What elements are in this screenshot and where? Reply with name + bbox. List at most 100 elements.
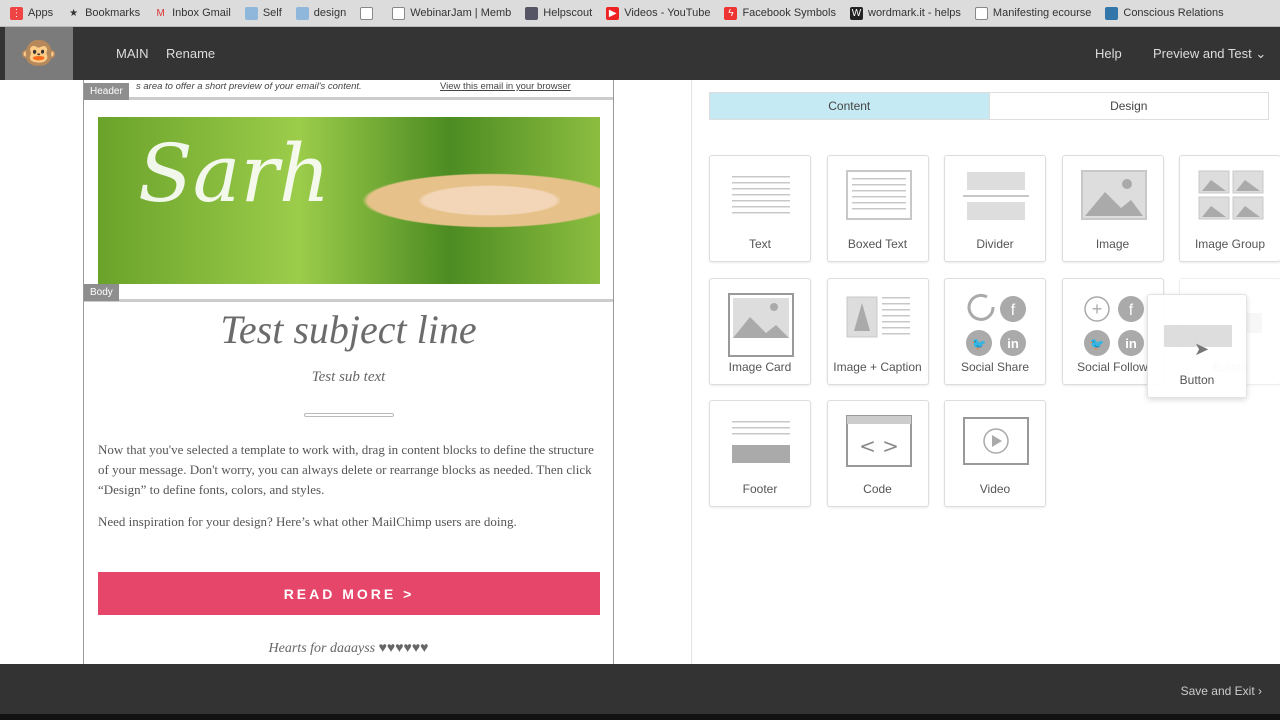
preview-label: Preview and Test	[1153, 46, 1252, 61]
chevron-down-icon: ⌄	[1255, 46, 1267, 61]
email-subtitle[interactable]: Test sub text	[84, 369, 613, 386]
cursor-icon: ➤	[1194, 339, 1210, 359]
bookmark-label: Videos - YouTube	[624, 7, 711, 19]
block-video[interactable]: Video	[944, 400, 1046, 507]
campaign-name[interactable]: MAIN	[116, 46, 149, 61]
bookmark-12[interactable]: Conscious Relations	[1105, 6, 1224, 20]
apps-grid-icon: ⋮	[10, 6, 23, 20]
page-icon	[392, 6, 406, 20]
bookmark-label: Conscious Relations	[1123, 7, 1224, 19]
bookmark-4[interactable]: design	[295, 6, 347, 20]
block-label: Text	[748, 237, 771, 251]
dragging-button-block[interactable]: ➤ Button	[1147, 294, 1247, 398]
block-label: Image	[1095, 237, 1130, 251]
svg-text:in: in	[1007, 336, 1019, 351]
bookmark-3[interactable]: Self	[244, 6, 282, 20]
tab-design[interactable]: Design	[988, 93, 1269, 119]
bookmark-label: Helpscout	[543, 7, 593, 19]
block-boxed-text[interactable]: Boxed Text	[826, 155, 929, 262]
bookmark-label: Self	[262, 7, 282, 19]
block-social-share[interactable]: f 🐦 in Social Share	[944, 277, 1046, 385]
block-code[interactable]: < > Code	[826, 400, 929, 507]
dragging-label: Button	[1179, 373, 1215, 387]
svg-text:🐦: 🐦	[972, 337, 987, 351]
help-link[interactable]: Help	[1095, 46, 1122, 61]
page-icon	[974, 6, 988, 20]
block-label: Footer	[742, 482, 778, 496]
bookmark-11[interactable]: Manifesting ecourse	[974, 6, 1092, 20]
signature-sarah: Sarh	[138, 127, 331, 220]
flourish-divider	[304, 413, 394, 417]
rename-link[interactable]: Rename	[166, 46, 215, 61]
email-canvas: s area to offer a short preview of your …	[83, 80, 614, 664]
bookmark-2[interactable]: M Inbox Gmail	[154, 7, 231, 20]
panel-tabs: Content Design	[709, 92, 1269, 120]
bookmark-7[interactable]: Helpscout	[525, 6, 593, 20]
bookmark-8[interactable]: ▶ Videos - YouTube	[606, 6, 711, 20]
star-icon: ★	[69, 7, 79, 19]
gmail-icon: M	[156, 7, 165, 19]
footer-bar: Save and Exit ›	[0, 664, 1280, 714]
read-more-button[interactable]: READ MORE >	[98, 572, 600, 615]
facebook-symbols-icon: ϟ	[724, 6, 738, 20]
folder-icon	[295, 6, 309, 20]
bookmark-1[interactable]: ★ Bookmarks	[67, 7, 140, 20]
bookmark-label: Bookmarks	[85, 7, 141, 19]
body-paragraph-1[interactable]: Now that you've selected a template to w…	[98, 440, 603, 500]
bookmark-label: design	[313, 7, 347, 19]
tab-content[interactable]: Content	[710, 93, 989, 119]
bookmark-label: Inbox Gmail	[172, 7, 231, 19]
page-icon	[360, 6, 374, 20]
block-image-card[interactable]: Image Card	[709, 277, 811, 385]
body-paragraph-2[interactable]: Need inspiration for your design? Here’s…	[98, 512, 603, 532]
email-title[interactable]: Test subject line	[84, 306, 613, 353]
bookmark-10[interactable]: Wwordmark.it - helps	[850, 6, 961, 20]
preview-and-test-menu[interactable]: Preview and Test ⌄	[1153, 46, 1266, 62]
svg-text:in: in	[1125, 336, 1137, 351]
section-divider	[84, 299, 613, 302]
bookmark-label: Apps	[28, 7, 54, 19]
top-nav: 🐵 MAIN Rename Help Preview and Test ⌄	[0, 27, 1280, 80]
bookmark-label: wordmark.it - helps	[868, 7, 961, 19]
block-divider[interactable]: Divider	[944, 155, 1046, 262]
svg-text:+: +	[1091, 299, 1102, 319]
svg-text:f: f	[1128, 302, 1133, 319]
helpscout-icon	[525, 6, 539, 20]
block-image-caption[interactable]: Image + Caption	[826, 277, 929, 385]
bookmark-label: Facebook Symbols	[742, 7, 836, 19]
block-label: Image Card	[728, 359, 792, 374]
block-image[interactable]: Image	[1061, 155, 1164, 262]
block-label: Social Share	[960, 359, 1030, 374]
folder-icon	[244, 6, 258, 20]
block-footer[interactable]: Footer	[709, 400, 811, 507]
header-section-tag: Header	[84, 83, 129, 100]
bookmark-0[interactable]: ⋮ Apps	[10, 6, 54, 20]
content-blocks-panel: Content Design Text Boxed Text Divider Imag…	[693, 80, 1280, 664]
block-label: Image + Caption	[833, 359, 922, 374]
hearts-text[interactable]: Hearts for daaayss ♥♥♥♥♥♥	[84, 641, 613, 657]
bookmark-9[interactable]: ϟ Facebook Symbols	[724, 6, 836, 20]
save-and-exit-button[interactable]: Save and Exit ›	[1181, 684, 1262, 698]
preheader-block[interactable]: s area to offer a short preview of your …	[84, 80, 613, 100]
block-label: Image Group	[1194, 237, 1266, 251]
block-label: Code	[863, 482, 892, 496]
header-image[interactable]: Sarh	[98, 117, 600, 284]
svg-text:🐦: 🐦	[1089, 337, 1104, 351]
screen-edge	[0, 714, 1280, 720]
site-icon	[1105, 6, 1119, 20]
block-image-group[interactable]: Image Group	[1179, 155, 1280, 262]
preheader-text: s area to offer a short preview of your …	[136, 81, 362, 92]
block-label: Divider	[976, 237, 1014, 251]
svg-text:f: f	[1011, 302, 1016, 319]
view-in-browser-link[interactable]: View this email in your browser	[440, 81, 571, 92]
bookmark-5[interactable]	[360, 6, 378, 20]
email-preview-pane: s area to offer a short preview of your …	[0, 80, 692, 664]
block-text[interactable]: Text	[709, 155, 811, 262]
bookmark-6[interactable]: WebinarJam | Memb	[392, 6, 512, 20]
bookmark-label: Manifesting ecourse	[992, 7, 1092, 19]
youtube-icon: ▶	[606, 6, 620, 20]
bookmarks-bar: ⋮ Apps ★ Bookmarks M Inbox Gmail Self design Web…	[0, 0, 1280, 27]
block-label: Boxed Text	[847, 237, 908, 251]
bookmark-label: WebinarJam | Memb	[410, 7, 512, 19]
mailchimp-logo[interactable]: 🐵	[5, 27, 73, 80]
